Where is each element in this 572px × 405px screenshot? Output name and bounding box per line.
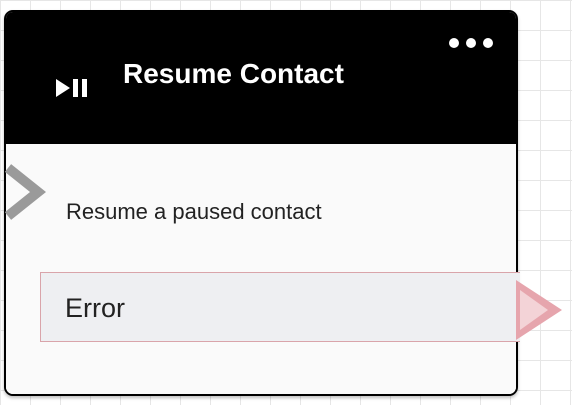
flow-canvas[interactable]: Resume Contact Resume a paused contact E… bbox=[0, 0, 572, 405]
block-description: Resume a paused contact bbox=[66, 199, 322, 224]
branch-error[interactable]: Error bbox=[40, 272, 520, 342]
input-connector-arrow-icon[interactable] bbox=[2, 162, 48, 222]
error-output-connector-arrow-icon[interactable] bbox=[516, 280, 564, 340]
play-pause-icon bbox=[54, 76, 94, 100]
branch-label: Error bbox=[65, 293, 125, 323]
block-title: Resume Contact bbox=[123, 58, 344, 89]
block-body: Resume a paused contact bbox=[6, 144, 516, 394]
block-header: Resume Contact bbox=[6, 12, 516, 144]
more-options-icon[interactable] bbox=[446, 34, 496, 52]
